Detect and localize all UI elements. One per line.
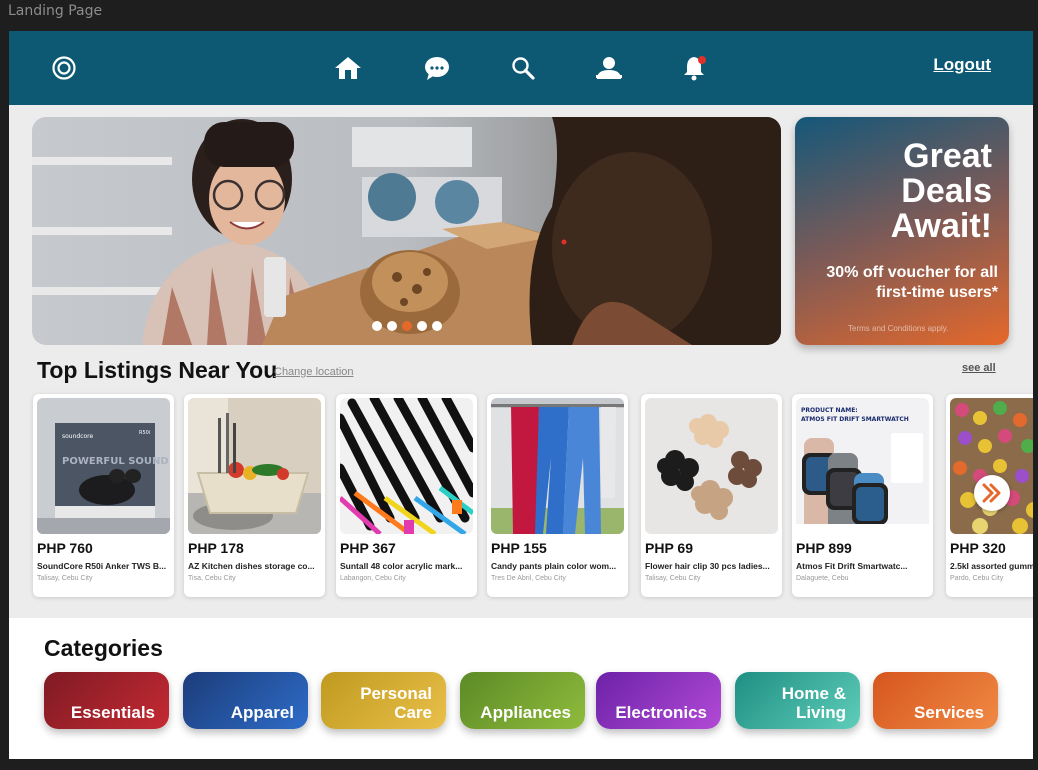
next-listings-button[interactable] bbox=[974, 475, 1010, 511]
chat-bubble-icon[interactable] bbox=[421, 52, 453, 84]
listing-card[interactable]: soundcore R50i POWERFUL SOUND PHP 760 So… bbox=[33, 394, 174, 597]
category-label: Electronics bbox=[615, 703, 707, 722]
category-electronics[interactable]: Electronics bbox=[596, 672, 721, 729]
top-navbar: Logout bbox=[9, 31, 1033, 105]
category-label: Essentials bbox=[70, 703, 155, 722]
box-slogan-text: POWERFUL SOUND bbox=[62, 456, 169, 467]
see-all-link[interactable]: see all bbox=[962, 362, 996, 374]
listing-card[interactable]: PHP 69 Flower hair clip 30 pcs ladies...… bbox=[641, 394, 782, 597]
hero-carousel[interactable] bbox=[32, 117, 781, 345]
listing-price: PHP 320 bbox=[950, 540, 1006, 556]
product-image bbox=[340, 398, 473, 534]
category-appliances[interactable]: Appliances bbox=[460, 672, 585, 729]
listing-price: PHP 367 bbox=[340, 540, 396, 556]
listing-price: PHP 899 bbox=[796, 540, 852, 556]
category-personal-care[interactable]: Personal Care bbox=[321, 672, 446, 729]
hero-image bbox=[32, 117, 781, 345]
listing-title: Flower hair clip 30 pcs ladies... bbox=[645, 561, 770, 571]
product-image: PRODUCT NAME: ATMOS FIT DRIFT SMARTWATCH bbox=[796, 398, 929, 534]
search-icon[interactable] bbox=[507, 52, 539, 84]
listing-card[interactable]: PRODUCT NAME: ATMOS FIT DRIFT SMARTWATCH… bbox=[792, 394, 933, 597]
listings-title: Top Listings Near You bbox=[37, 357, 278, 383]
listing-title: Candy pants plain color wom... bbox=[491, 561, 617, 571]
product-image bbox=[491, 398, 624, 534]
product-image bbox=[950, 398, 1033, 534]
product-image bbox=[188, 398, 321, 534]
listing-location: Labangon, Cebu City bbox=[340, 575, 406, 582]
carousel-dot[interactable] bbox=[432, 321, 442, 331]
category-apparel[interactable]: Apparel bbox=[183, 672, 308, 729]
listing-title: 2.5kl assorted gumm bbox=[950, 561, 1033, 571]
category-label: Appliances bbox=[480, 703, 571, 722]
box-model-text: R50i bbox=[139, 430, 150, 436]
promo-title: Great Deals Await! bbox=[890, 137, 992, 245]
category-label: Apparel bbox=[230, 703, 294, 722]
carousel-dot[interactable] bbox=[417, 321, 427, 331]
logout-link[interactable]: Logout bbox=[933, 55, 991, 75]
home-icon[interactable] bbox=[332, 52, 364, 84]
notification-badge bbox=[698, 56, 706, 64]
listing-location: Talisay, Cebu City bbox=[37, 575, 93, 582]
watch-label-text: PRODUCT NAME: bbox=[801, 407, 858, 414]
listing-card[interactable]: PHP 155 Candy pants plain color wom... T… bbox=[487, 394, 628, 597]
listing-location: Dalaguete, Cebu bbox=[796, 575, 849, 582]
category-services[interactable]: Services bbox=[873, 672, 998, 729]
double-chevron-right-icon bbox=[982, 483, 1001, 503]
change-location-link[interactable]: Change location bbox=[274, 366, 354, 378]
listing-location: Talisay, Cebu City bbox=[645, 575, 701, 582]
category-label: Home & Living bbox=[781, 684, 846, 722]
promo-terms: Terms and Conditions apply. bbox=[848, 324, 949, 333]
listing-card[interactable]: PHP 178 AZ Kitchen dishes storage co... … bbox=[184, 394, 325, 597]
listing-location: Tres De Abril, Cebu City bbox=[491, 575, 566, 582]
carousel-dots bbox=[372, 321, 442, 331]
listing-title: Atmos Fit Drift Smartwatc... bbox=[796, 561, 908, 571]
promo-banner[interactable]: Great Deals Await! 30% off voucher for a… bbox=[795, 117, 1009, 345]
watch-name-text: ATMOS FIT DRIFT SMARTWATCH bbox=[801, 416, 909, 423]
listing-price: PHP 155 bbox=[491, 540, 547, 556]
listing-location: Pardo, Cebu City bbox=[950, 575, 1004, 582]
listing-card[interactable]: PHP 367 Suntall 48 color acrylic mark...… bbox=[336, 394, 477, 597]
listing-title: Suntall 48 color acrylic mark... bbox=[340, 561, 463, 571]
category-label: Personal Care bbox=[360, 684, 432, 722]
window-title: Landing Page bbox=[8, 3, 103, 19]
box-brand-text: soundcore bbox=[62, 433, 94, 440]
promo-subtitle: 30% off voucher for all first-time users… bbox=[826, 264, 998, 301]
circle-logo-icon[interactable] bbox=[48, 52, 80, 84]
categories-title: Categories bbox=[44, 635, 163, 661]
listing-title: SoundCore R50i Anker TWS B... bbox=[37, 561, 167, 571]
listing-price: PHP 760 bbox=[37, 540, 93, 556]
user-icon[interactable] bbox=[593, 52, 625, 84]
listing-price: PHP 69 bbox=[645, 540, 693, 556]
product-image bbox=[645, 398, 778, 534]
category-label: Services bbox=[914, 703, 984, 722]
bell-icon[interactable] bbox=[679, 52, 711, 84]
landing-page-frame: Logout Great Deals Await! 30% off vouche… bbox=[9, 31, 1033, 759]
carousel-dot[interactable] bbox=[372, 321, 382, 331]
listing-location: Tisa, Cebu City bbox=[188, 575, 236, 582]
product-image: soundcore R50i POWERFUL SOUND bbox=[37, 398, 170, 534]
carousel-dot[interactable] bbox=[387, 321, 397, 331]
category-home-living[interactable]: Home & Living bbox=[735, 672, 860, 729]
main-feed-area: Great Deals Await! 30% off voucher for a… bbox=[9, 105, 1033, 618]
carousel-dot[interactable] bbox=[402, 321, 412, 331]
listing-title: AZ Kitchen dishes storage co... bbox=[188, 561, 315, 571]
category-essentials[interactable]: Essentials bbox=[44, 672, 169, 729]
listing-price: PHP 178 bbox=[188, 540, 244, 556]
